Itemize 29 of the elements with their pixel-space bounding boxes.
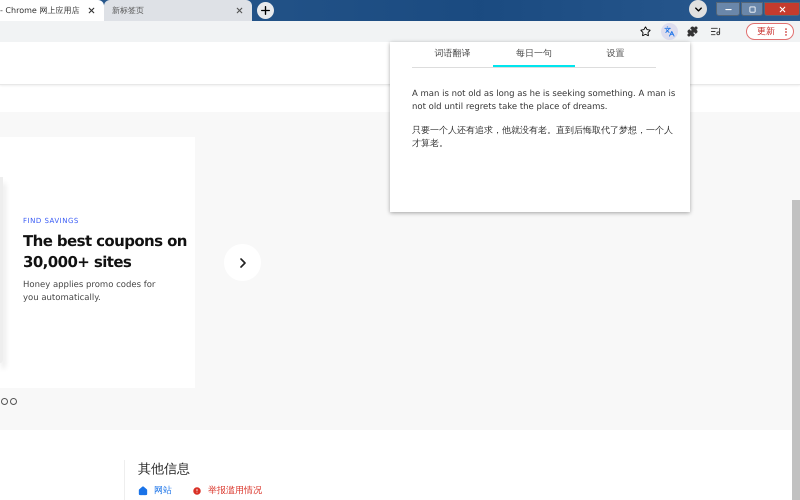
new-tab-button[interactable]	[257, 2, 274, 19]
browser-tab[interactable]: - Chrome 网上应用店	[0, 0, 104, 21]
popup-tab[interactable]: 设置	[574, 42, 656, 67]
maximize-icon	[748, 6, 756, 12]
section-title: 其他信息	[138, 461, 191, 478]
info-link[interactable]: 网站	[138, 484, 172, 497]
english-quote: A man is not old as long as he is seeking something. A man is not old until regrets take the place of dreams.	[412, 88, 676, 113]
home-icon	[138, 486, 148, 496]
chinese-quote: 只要一个人还有追求，他就没有老。直到后悔取代了梦想，一个人才算老。	[412, 125, 674, 150]
close-icon[interactable]	[235, 6, 244, 15]
scrollbar[interactable]	[792, 200, 800, 500]
close-icon	[778, 4, 786, 14]
promo-description: Honey applies promo codes for you automatically.	[23, 279, 156, 305]
carousel-dot[interactable]	[1, 398, 8, 405]
alert-icon	[192, 486, 202, 496]
maximize-button[interactable]	[741, 2, 763, 16]
update-button[interactable]: 更新	[746, 23, 794, 40]
bookmark-star-icon[interactable]	[640, 26, 651, 37]
popup-tab[interactable]: 词语翻译	[412, 42, 494, 67]
plus-icon	[259, 4, 272, 17]
close-icon[interactable]	[87, 6, 96, 15]
promo-headline: The best coupons on 30,000+ sites	[23, 231, 188, 273]
browser-tab[interactable]: 新标签页	[104, 0, 252, 21]
info-link[interactable]: 举报滥用情况	[192, 484, 262, 497]
profile-button[interactable]	[689, 0, 707, 18]
translate-extension-icon[interactable]	[661, 23, 678, 40]
popup-tab[interactable]: 每日一句	[493, 42, 575, 67]
carousel-dot[interactable]	[10, 398, 17, 405]
close-button[interactable]	[764, 2, 800, 16]
